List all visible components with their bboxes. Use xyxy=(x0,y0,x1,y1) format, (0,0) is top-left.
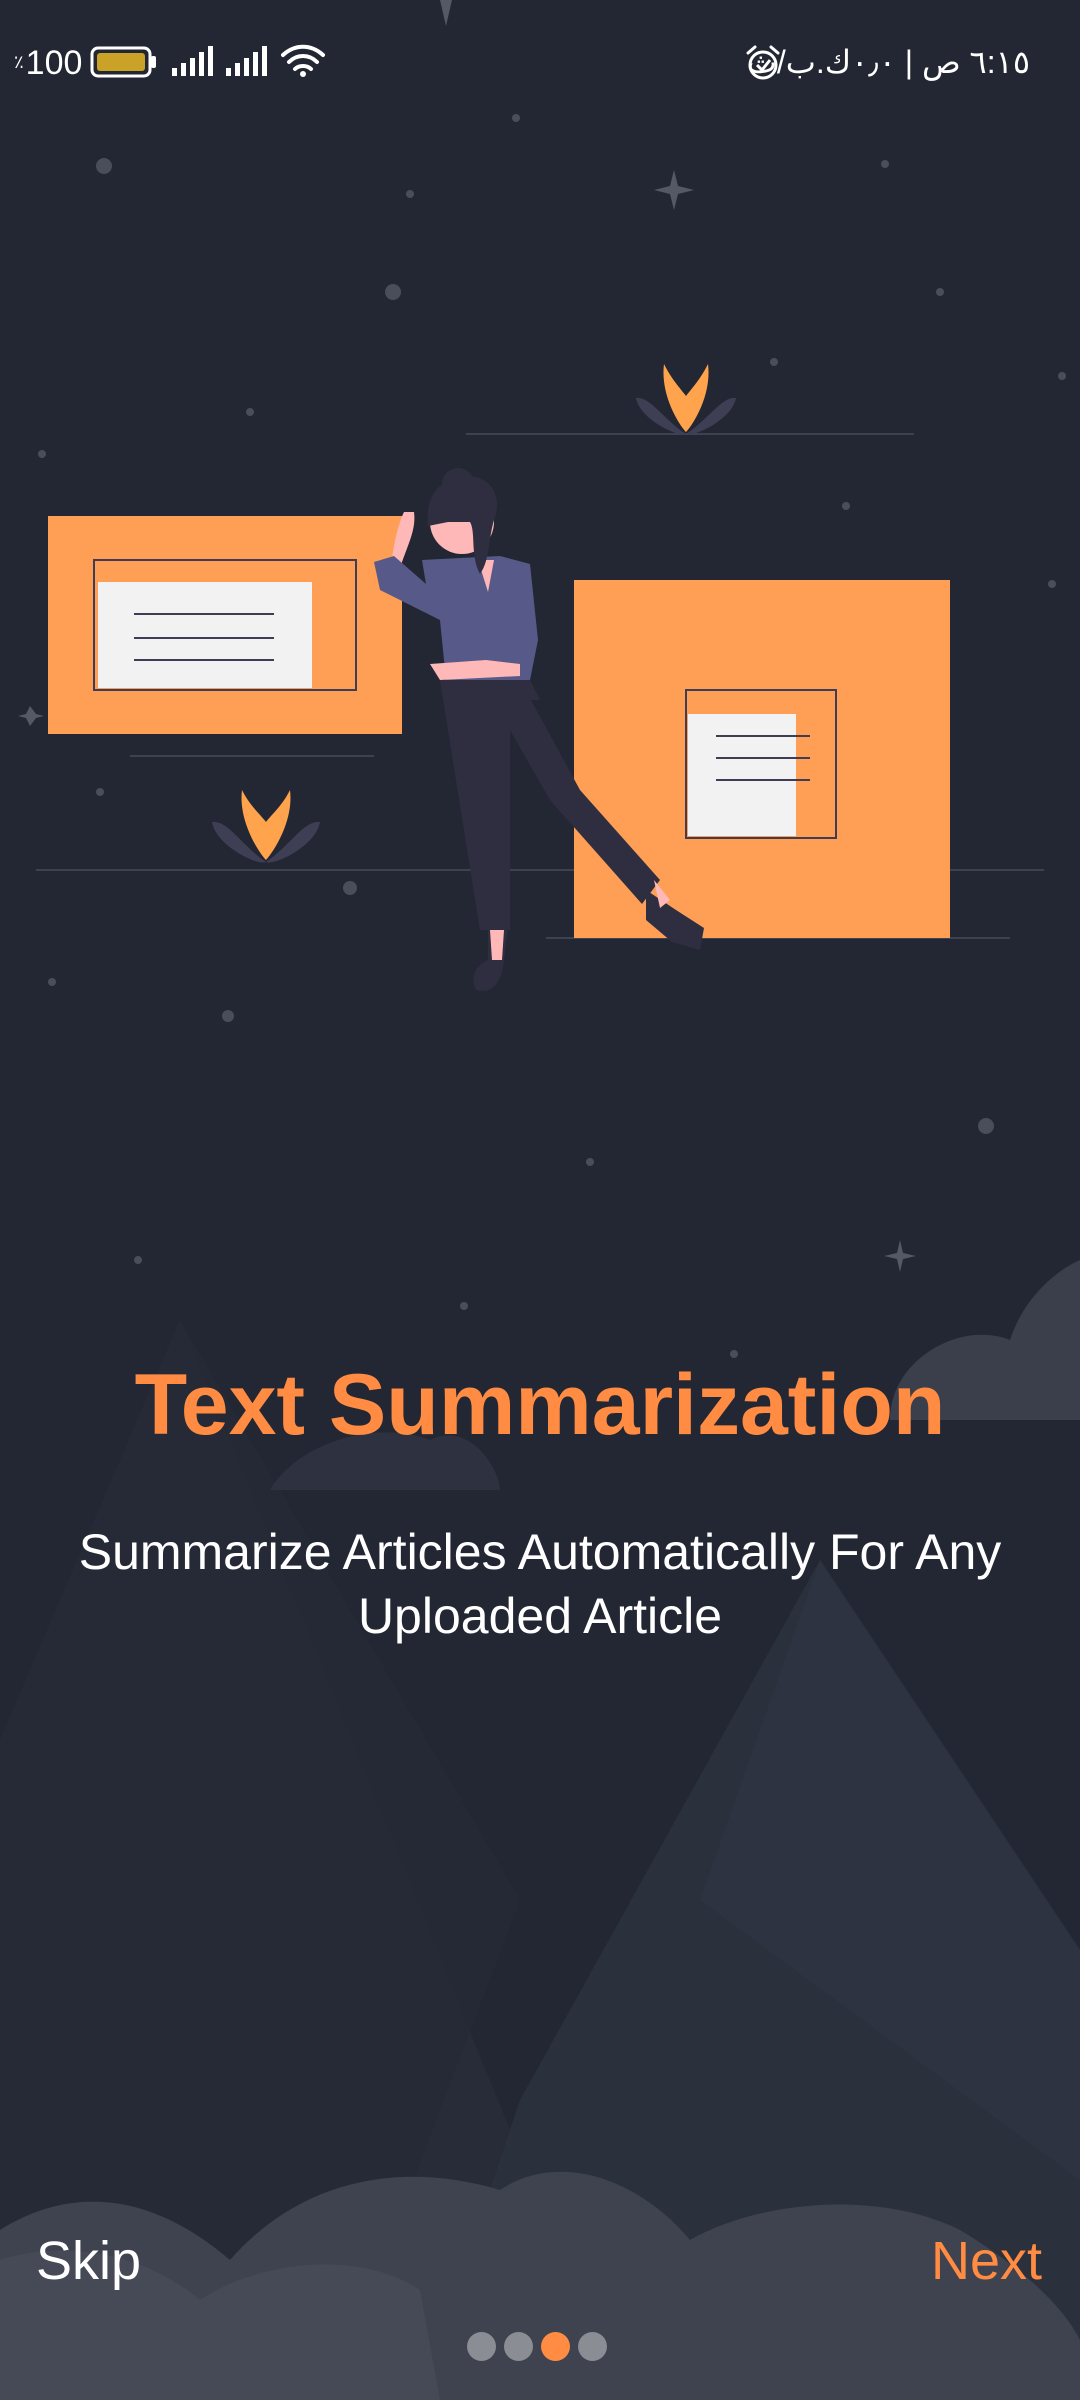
status-bar: ٪100 ٦:١٥ ص | ٠٫٠ك.ب/ث xyxy=(0,0,1080,128)
page-dot xyxy=(504,2332,533,2361)
next-button[interactable]: Next xyxy=(931,2226,1042,2296)
background-illustration xyxy=(0,0,1080,2400)
status-time-and-speed: ٦:١٥ ص | ٠٫٠ك.ب/ث xyxy=(746,44,1030,80)
page-dot xyxy=(578,2332,607,2361)
onboarding-subtitle: Summarize Articles Automatically For Any… xyxy=(78,1524,1002,1644)
skip-button[interactable]: Skip xyxy=(36,2226,141,2296)
battery-percent: ٪100 xyxy=(14,44,83,82)
page-dot-active xyxy=(541,2332,570,2361)
battery-icon xyxy=(90,46,156,78)
onboarding-screen: ٪100 ٦:١٥ ص | ٠٫٠ك.ب/ث Text Summarizatio… xyxy=(0,0,1080,2400)
wifi-icon xyxy=(281,44,325,77)
signal-icon xyxy=(226,46,267,76)
onboarding-title: Text Summarization xyxy=(134,1357,946,1453)
signal-icon xyxy=(172,46,213,76)
page-indicator xyxy=(467,2332,607,2362)
page-dot xyxy=(467,2332,496,2361)
